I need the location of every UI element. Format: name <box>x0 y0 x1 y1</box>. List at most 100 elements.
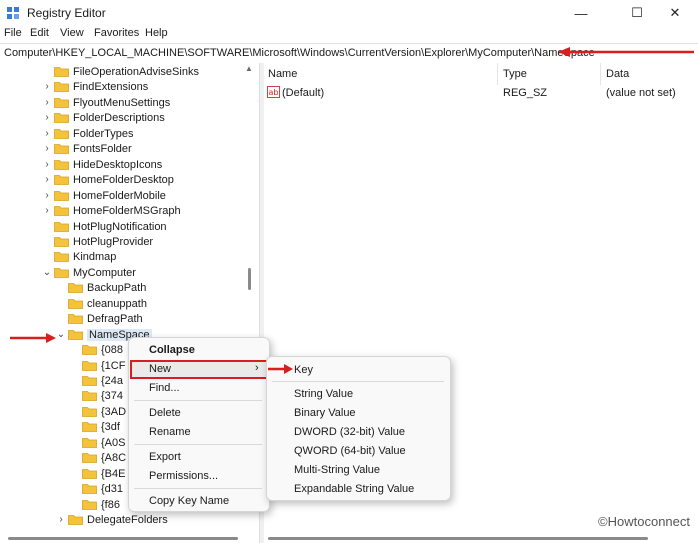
column-type[interactable]: Type <box>503 68 527 80</box>
chevron-right-icon[interactable]: › <box>42 96 52 110</box>
tree-item[interactable]: {24a <box>70 373 123 388</box>
menu-permissions[interactable]: Permissions... <box>149 470 218 482</box>
chevron-right-icon[interactable]: › <box>42 142 52 156</box>
tree-item[interactable]: ⌄ MyComputer <box>42 265 136 280</box>
tree-item[interactable]: {3AD <box>70 404 126 419</box>
menu-delete[interactable]: Delete <box>149 407 181 419</box>
menu-export[interactable]: Export <box>149 451 181 463</box>
tree-item[interactable]: › HomeFolderDesktop <box>42 172 174 187</box>
column-data[interactable]: Data <box>606 68 629 80</box>
menu-find[interactable]: Find... <box>149 382 180 394</box>
chevron-right-icon[interactable]: › <box>42 158 52 172</box>
value-name: (Default) <box>282 87 325 99</box>
close-button[interactable]: ✕ <box>652 0 698 26</box>
tree-item[interactable]: HotPlugNotification <box>42 219 167 234</box>
tree-item[interactable]: BackupPath <box>56 280 146 295</box>
folder-icon <box>54 112 69 123</box>
list-hscroll-thumb[interactable] <box>268 537 648 540</box>
menu-view[interactable]: View <box>60 27 84 39</box>
tree-item-label: BackupPath <box>87 281 147 294</box>
folder-icon <box>82 406 97 417</box>
menu-file[interactable]: File <box>4 27 22 39</box>
submenu-key[interactable]: Key <box>294 364 313 376</box>
menu-copy-key-name[interactable]: Copy Key Name <box>149 495 229 507</box>
menu-separator <box>272 381 444 382</box>
tree-hscroll-thumb[interactable] <box>8 537 238 540</box>
tree-item[interactable]: {f86 <box>70 497 120 512</box>
folder-icon <box>54 236 69 247</box>
tree-item[interactable]: {A8C <box>70 450 126 465</box>
menu-favorites[interactable]: Favorites <box>94 27 139 39</box>
folder-icon <box>82 375 97 386</box>
submenu-dword-value[interactable]: DWORD (32-bit) Value <box>294 426 405 438</box>
chevron-right-icon[interactable]: › <box>42 173 52 187</box>
chevron-right-icon[interactable]: › <box>42 111 52 125</box>
tree-item[interactable]: DefragPath <box>56 311 143 326</box>
folder-icon <box>82 421 97 432</box>
tree-item[interactable]: {374 <box>70 388 123 403</box>
chevron-right-icon[interactable]: › <box>42 80 52 94</box>
column-divider[interactable] <box>600 63 601 85</box>
annotation-arrow-address <box>558 47 694 57</box>
tree-item-label: FlyoutMenuSettings <box>73 96 171 109</box>
chevron-down-icon[interactable]: ⌄ <box>42 266 52 280</box>
column-divider[interactable] <box>497 63 498 85</box>
tree-item[interactable]: › FlyoutMenuSettings <box>42 95 170 110</box>
folder-icon <box>68 329 83 340</box>
folder-icon <box>68 514 83 525</box>
menu-collapse[interactable]: Collapse <box>149 344 195 356</box>
submenu-expandable-string-value[interactable]: Expandable String Value <box>294 483 414 495</box>
tree-item-label: HotPlugProvider <box>73 235 154 248</box>
tree-item[interactable]: {A0S <box>70 435 125 450</box>
scroll-up-arrow-icon[interactable]: ▲ <box>245 64 253 73</box>
watermark: ©Howtoconnect <box>598 514 690 529</box>
tree-scroll-thumb[interactable] <box>248 268 251 290</box>
folder-icon <box>82 452 97 463</box>
tree-item[interactable]: {B4E <box>70 466 125 481</box>
submenu-binary-value[interactable]: Binary Value <box>294 407 356 419</box>
tree-item[interactable]: Kindmap <box>42 249 116 264</box>
menu-separator <box>134 488 262 489</box>
tree-item[interactable]: {d31 <box>70 481 123 496</box>
chevron-right-icon[interactable]: › <box>42 189 52 203</box>
tree-item[interactable]: › HomeFolderMSGraph <box>42 203 180 218</box>
tree-item[interactable]: {1CF <box>70 358 125 373</box>
tree-item[interactable]: HotPlugProvider <box>42 234 153 249</box>
chevron-right-icon[interactable]: › <box>42 204 52 218</box>
chevron-right-icon[interactable]: › <box>56 513 66 527</box>
menu-rename[interactable]: Rename <box>149 426 191 438</box>
submenu-qword-value[interactable]: QWORD (64-bit) Value <box>294 445 406 457</box>
tree-item[interactable]: FileOperationAdviseSinks <box>42 64 199 79</box>
annotation-arrow-key <box>268 364 293 374</box>
column-name[interactable]: Name <box>268 68 297 80</box>
minimize-button[interactable]: — <box>558 0 604 26</box>
folder-icon <box>82 390 97 401</box>
tree-item[interactable]: › FolderDescriptions <box>42 110 164 125</box>
tree-item[interactable]: cleanuppath <box>56 296 147 311</box>
menu-edit[interactable]: Edit <box>30 27 49 39</box>
tree-item-label: FileOperationAdviseSinks <box>73 65 199 78</box>
chevron-right-icon[interactable]: › <box>42 127 52 141</box>
submenu-string-value[interactable]: String Value <box>294 388 353 400</box>
tree-item[interactable]: › DelegateFolders <box>56 512 167 527</box>
address-path[interactable]: Computer\HKEY_LOCAL_MACHINE\SOFTWARE\Mic… <box>4 47 595 59</box>
folder-icon <box>54 81 69 92</box>
tree-item[interactable]: › HideDesktopIcons <box>42 157 162 172</box>
folder-icon <box>82 468 97 479</box>
tree-item[interactable]: › FolderTypes <box>42 126 133 141</box>
menu-help[interactable]: Help <box>145 27 168 39</box>
submenu-multi-string-value[interactable]: Multi-String Value <box>294 464 380 476</box>
tree-item[interactable]: {3df <box>70 419 120 434</box>
tree-item[interactable]: › HomeFolderMobile <box>42 188 166 203</box>
tree-item[interactable]: {088 <box>70 342 123 357</box>
tree-item-label: {B4E <box>101 467 126 480</box>
tree-item[interactable]: › FontsFolder <box>42 141 131 156</box>
tree-item[interactable]: › FindExtensions <box>42 79 148 94</box>
